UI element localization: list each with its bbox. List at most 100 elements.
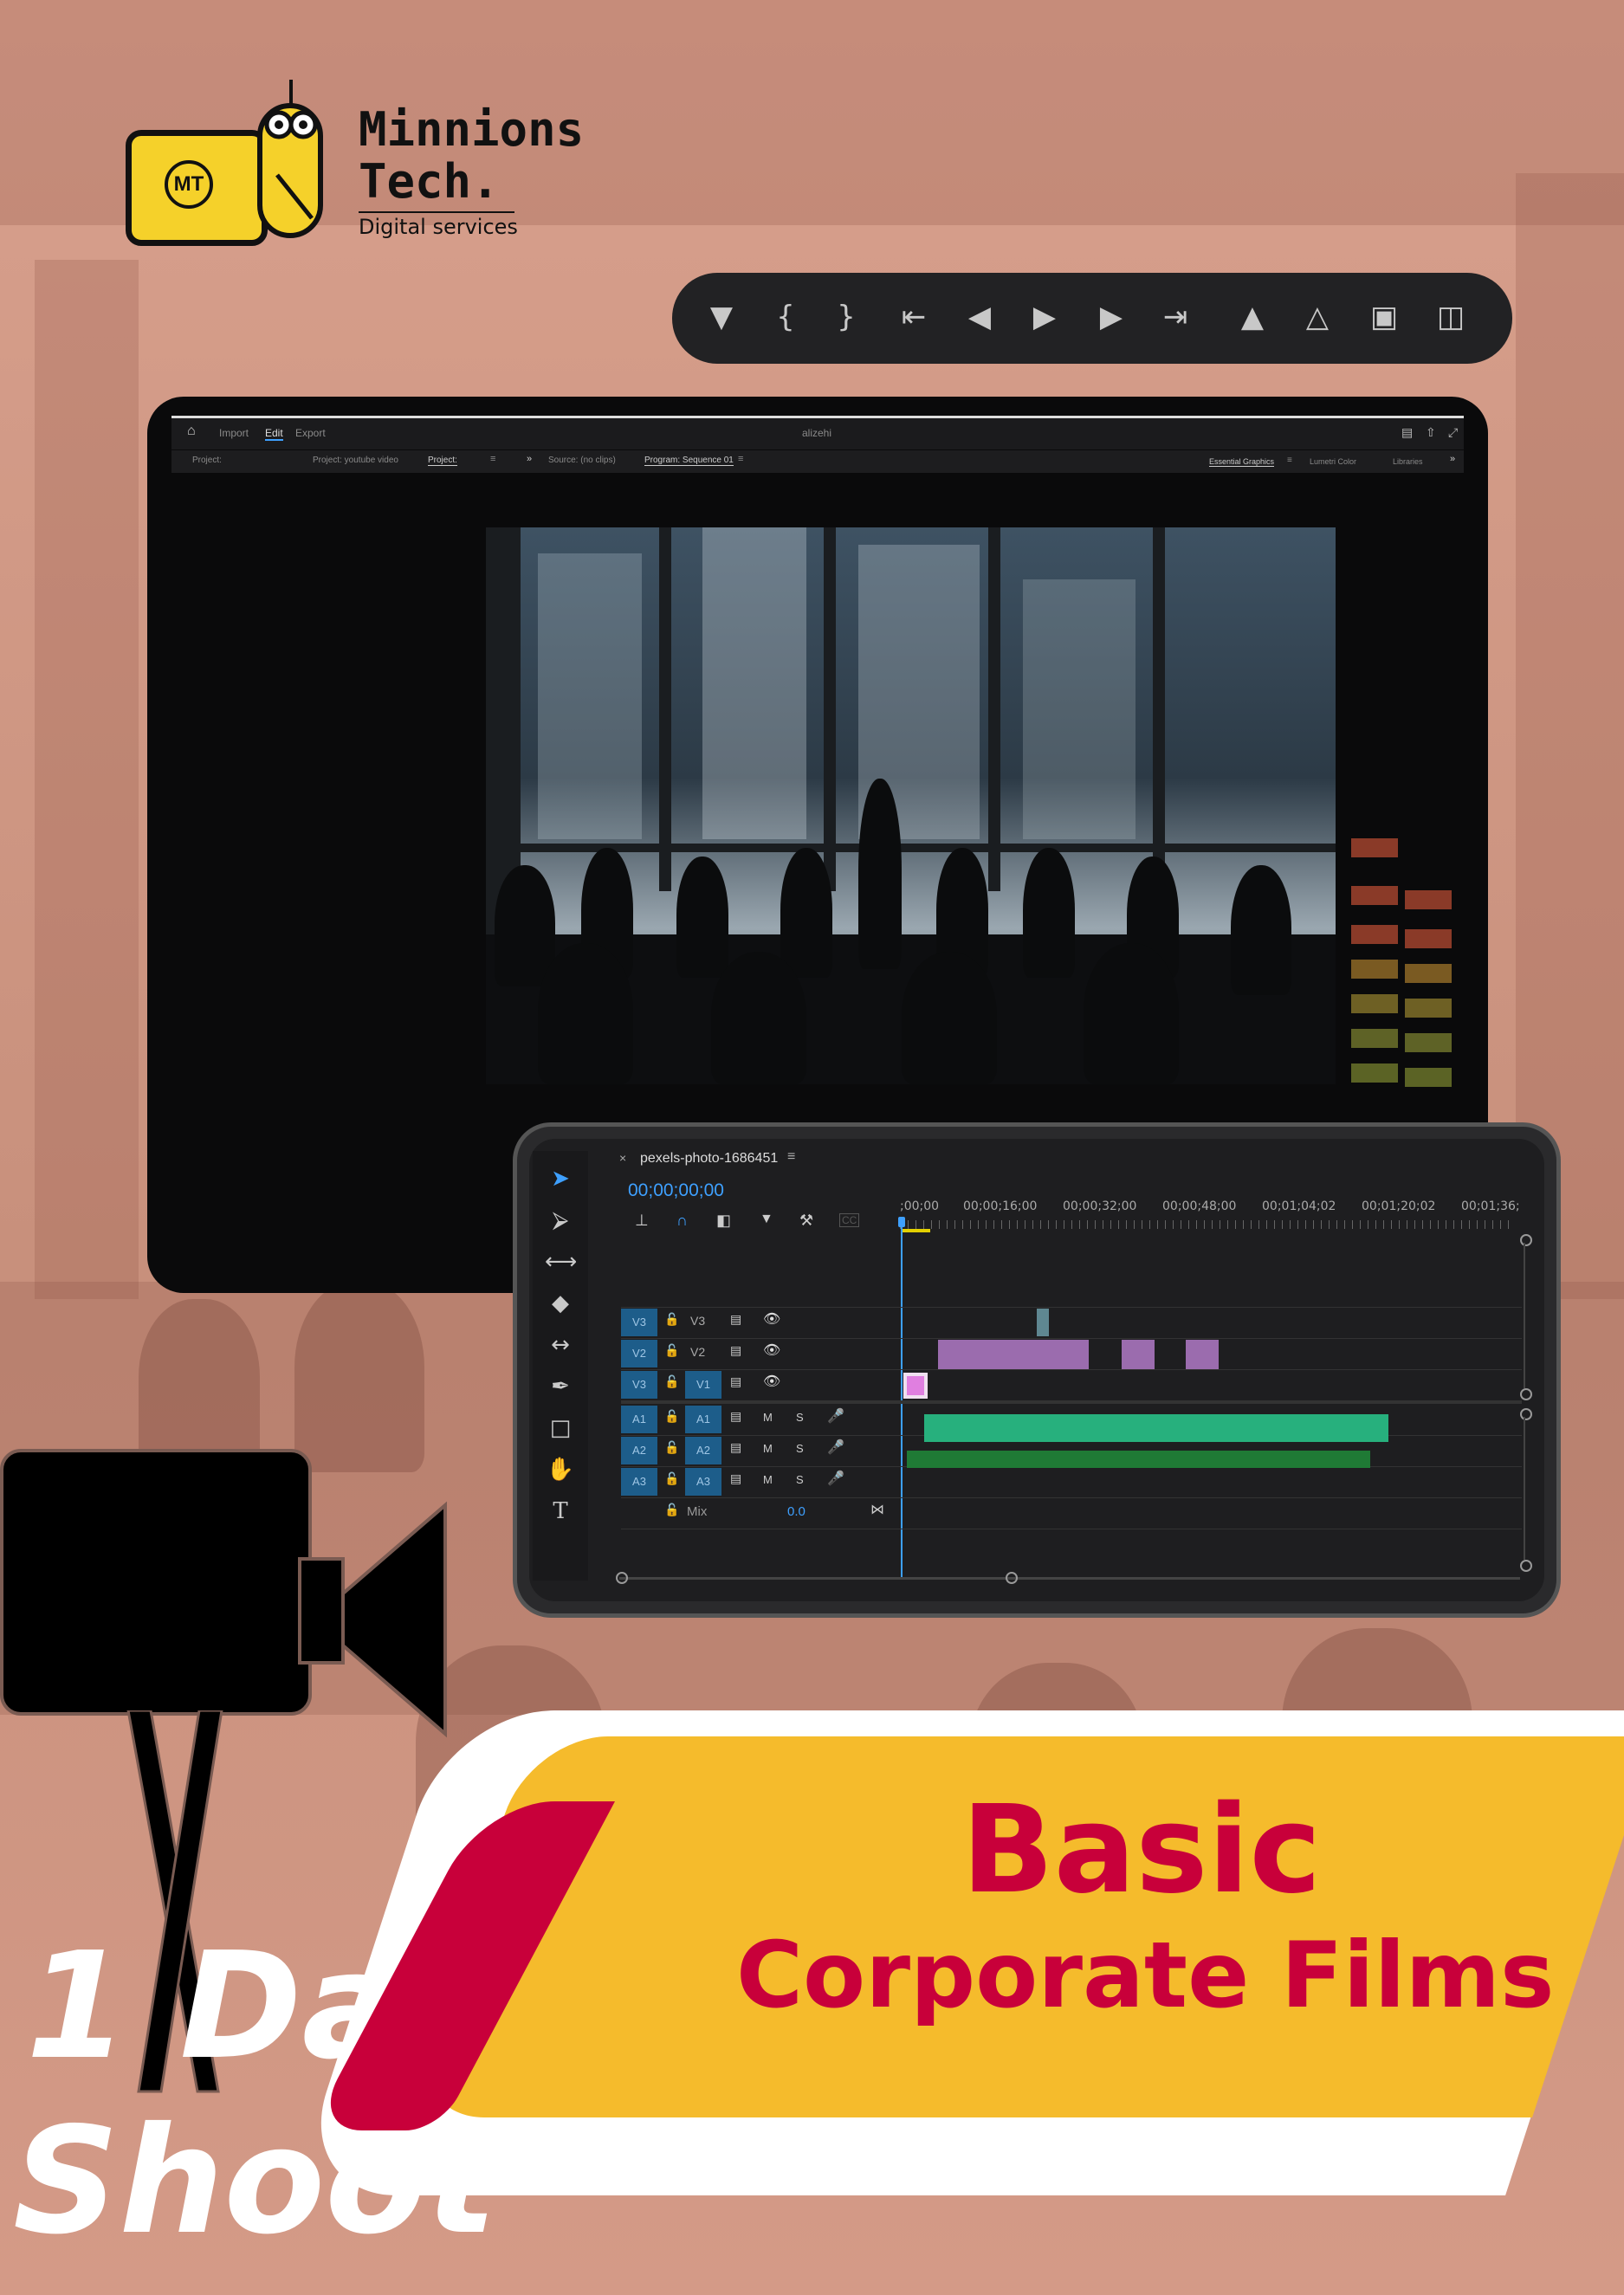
video-clip-v2[interactable] — [1186, 1340, 1219, 1369]
type-tool-icon[interactable]: T — [545, 1496, 576, 1527]
source-patch[interactable]: A1 — [621, 1406, 657, 1433]
lock-icon[interactable]: 🔓 — [664, 1409, 679, 1424]
ripple-edit-tool-icon[interactable]: ⟷ — [545, 1246, 577, 1277]
scroll-handle[interactable] — [1520, 1408, 1532, 1420]
scroll-handle[interactable] — [1520, 1234, 1532, 1246]
source-patch[interactable]: V3 — [621, 1309, 657, 1336]
source-patch[interactable]: V2 — [621, 1340, 657, 1367]
lock-icon[interactable]: 🔓 — [664, 1312, 679, 1327]
tab-lumetri[interactable]: Lumetri Color — [1310, 457, 1356, 466]
video-clip-v2[interactable] — [938, 1340, 1089, 1369]
overflow-right-icon[interactable]: » — [1450, 454, 1455, 464]
snap-icon[interactable]: ∩ — [676, 1212, 688, 1230]
track-target[interactable]: A1 — [685, 1406, 721, 1433]
source-patch[interactable]: A3 — [621, 1468, 657, 1496]
close-sequence-icon[interactable]: × — [619, 1151, 626, 1165]
step-back-icon[interactable]: ◀ — [958, 295, 1001, 339]
fullscreen-icon[interactable]: ⤢ — [1448, 425, 1458, 440]
time-ruler[interactable] — [900, 1220, 1515, 1229]
work-area-bar[interactable] — [901, 1229, 930, 1232]
tab-source[interactable]: Source: (no clips) — [548, 456, 616, 465]
go-to-in-icon[interactable]: ⇤ — [892, 295, 935, 339]
overflow-icon[interactable]: » — [527, 454, 532, 464]
scroll-handle[interactable] — [1520, 1388, 1532, 1400]
marker-icon[interactable]: ▼ — [700, 295, 743, 339]
mute-button[interactable]: M — [763, 1442, 773, 1455]
tab-program[interactable]: Program: Sequence 01 — [644, 456, 734, 466]
mark-out-icon[interactable]: } — [825, 295, 868, 339]
extract-icon[interactable]: △ — [1296, 295, 1339, 339]
play-icon[interactable]: ▶ — [1023, 295, 1066, 339]
lift-icon[interactable]: ▲ — [1231, 295, 1274, 339]
track-target[interactable]: V1 — [685, 1371, 721, 1399]
timecode-display[interactable]: 00;00;00;00 — [628, 1180, 724, 1201]
zoom-handle-left[interactable] — [616, 1572, 628, 1584]
track-select-tool-icon[interactable]: ⮚ — [545, 1205, 576, 1236]
tab-project-short[interactable]: Project: — [428, 456, 457, 466]
lock-icon[interactable]: 🔓 — [664, 1343, 679, 1358]
zoom-handle-right[interactable] — [1006, 1572, 1018, 1584]
sync-lock-icon[interactable]: ▤ — [730, 1409, 741, 1424]
video-clip-v1[interactable] — [903, 1373, 928, 1399]
lock-icon[interactable]: 🔓 — [664, 1471, 679, 1486]
lock-icon[interactable]: 🔓 — [664, 1440, 679, 1455]
sync-lock-icon[interactable]: ▤ — [730, 1374, 741, 1389]
selection-tool-icon[interactable]: ➤ — [545, 1163, 576, 1194]
video-clip-v2[interactable] — [1122, 1340, 1155, 1369]
sync-lock-icon[interactable]: ▤ — [730, 1440, 741, 1455]
eye-icon[interactable]: 👁 — [763, 1310, 780, 1328]
eg-menu-icon[interactable]: ≡ — [1287, 456, 1292, 465]
sequence-menu-icon[interactable]: ≡ — [787, 1149, 795, 1165]
hand-tool-icon[interactable]: ✋ — [545, 1454, 576, 1485]
solo-button[interactable]: S — [796, 1411, 804, 1424]
home-icon[interactable]: ⌂ — [187, 423, 196, 439]
tab-export[interactable]: Export — [295, 427, 326, 439]
microphone-icon[interactable]: 🎤 — [827, 1438, 844, 1456]
razor-tool-icon[interactable]: ◆ — [545, 1288, 576, 1319]
tab-edit[interactable]: Edit — [265, 427, 283, 441]
tab-project[interactable]: Project: — [192, 456, 222, 465]
lock-icon[interactable]: 🔓 — [664, 1374, 679, 1389]
linked-selection-icon[interactable]: ◧ — [716, 1212, 731, 1230]
go-to-end-icon[interactable]: ⋈ — [870, 1501, 884, 1518]
add-marker-icon[interactable]: ▼ — [760, 1212, 773, 1227]
export-frame-icon[interactable]: ▣ — [1362, 295, 1406, 339]
mix-value[interactable]: 0.0 — [787, 1504, 806, 1519]
track-target[interactable]: A3 — [685, 1468, 721, 1496]
rectangle-tool-icon[interactable]: □ — [545, 1413, 576, 1444]
tab-project-file[interactable]: Project: youtube video — [313, 456, 398, 465]
vertical-scrollbar-audio[interactable] — [1524, 1417, 1525, 1560]
sync-lock-icon[interactable]: ▤ — [730, 1312, 741, 1327]
sync-lock-icon[interactable]: ▤ — [730, 1343, 741, 1358]
panel-menu-icon[interactable]: ≡ — [490, 454, 495, 464]
pen-tool-icon[interactable]: ✒ — [545, 1371, 576, 1402]
scroll-handle[interactable] — [1520, 1560, 1532, 1572]
workspaces-icon[interactable]: ▤ — [1401, 425, 1413, 440]
audio-clip-a2[interactable] — [907, 1451, 1370, 1468]
go-to-out-icon[interactable]: ⇥ — [1154, 295, 1197, 339]
track-target[interactable]: V2 — [690, 1345, 705, 1359]
mute-button[interactable]: M — [763, 1411, 773, 1424]
share-icon[interactable]: ⇧ — [1426, 425, 1436, 440]
eye-icon[interactable]: 👁 — [763, 1373, 780, 1390]
timeline-settings-icon[interactable]: ⚒ — [799, 1212, 813, 1230]
mute-button[interactable]: M — [763, 1473, 773, 1486]
lock-icon[interactable]: 🔓 — [664, 1503, 679, 1517]
microphone-icon[interactable]: 🎤 — [827, 1470, 844, 1487]
microphone-icon[interactable]: 🎤 — [827, 1407, 844, 1425]
solo-button[interactable]: S — [796, 1442, 804, 1455]
sync-lock-icon[interactable]: ▤ — [730, 1471, 741, 1486]
step-forward-icon[interactable]: ▶ — [1090, 295, 1133, 339]
audio-clip-a1[interactable] — [924, 1414, 1388, 1442]
captions-icon[interactable]: CC — [839, 1213, 860, 1227]
slip-tool-icon[interactable]: ↔ — [545, 1329, 576, 1361]
source-patch[interactable]: V3 — [621, 1371, 657, 1399]
horizontal-scrollbar[interactable] — [619, 1577, 1520, 1580]
tab-libraries[interactable]: Libraries — [1393, 457, 1423, 466]
mark-in-icon[interactable]: { — [764, 295, 807, 339]
comparison-view-icon[interactable]: ◫ — [1429, 295, 1472, 339]
video-clip-v3[interactable] — [1037, 1309, 1049, 1336]
track-target[interactable]: A2 — [685, 1437, 721, 1464]
tab-import[interactable]: Import — [219, 427, 249, 439]
nest-icon[interactable]: ⊥ — [635, 1212, 649, 1230]
